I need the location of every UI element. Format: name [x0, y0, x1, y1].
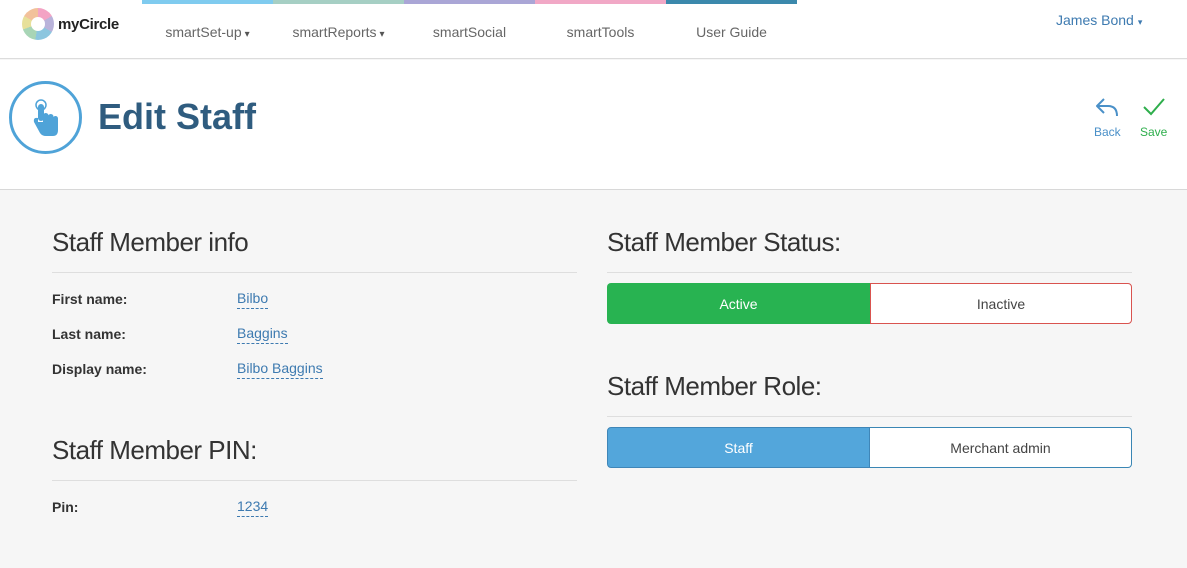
staff-info-title: Staff Member info	[52, 227, 249, 257]
nav-stripe	[666, 0, 797, 4]
nav-stripe	[273, 0, 404, 4]
chevron-down-icon: ▾	[244, 29, 250, 40]
save-label: Save	[1140, 125, 1168, 139]
role-toggle: Staff Merchant admin	[607, 427, 1132, 468]
mycircle-logo-icon	[22, 8, 54, 40]
status-toggle: Active Inactive	[607, 283, 1132, 324]
first-name-label: First name:	[52, 291, 128, 307]
back-label: Back	[1094, 125, 1121, 139]
pin-section-title: Staff Member PIN:	[52, 435, 257, 465]
divider	[607, 416, 1132, 417]
nav-item-smartreports[interactable]: smartReports ▾	[273, 0, 404, 59]
display-name-field[interactable]: Bilbo Baggins	[237, 360, 323, 379]
nav-item-label: smartSocial	[432, 24, 507, 40]
divider	[52, 480, 577, 481]
nav-item-smarttools[interactable]: smartTools	[535, 0, 666, 59]
pin-field[interactable]: 1234	[237, 498, 269, 517]
nav-item-user-guide[interactable]: User Guide	[666, 0, 797, 59]
nav-item-label: smartTools	[566, 24, 635, 40]
divider	[52, 272, 577, 273]
first-name-field[interactable]: Bilbo	[237, 290, 269, 309]
status-active-button[interactable]: Active	[607, 283, 870, 324]
page-title: Edit Staff	[98, 96, 256, 137]
last-name-field[interactable]: Baggins	[237, 325, 288, 344]
pointing-hand-icon	[9, 81, 82, 154]
nav-item-smartsocial[interactable]: smartSocial	[404, 0, 535, 59]
role-staff-button[interactable]: Staff	[607, 427, 870, 468]
nav-item-label: User Guide	[696, 24, 767, 40]
save-button[interactable]: Save	[1140, 96, 1167, 139]
page-header: Edit Staff Back Save	[0, 60, 1187, 190]
nav-item-label: smartSet-up	[165, 24, 242, 40]
chevron-down-icon: ▾	[1137, 17, 1143, 27]
user-menu[interactable]: James Bond ▾	[1056, 12, 1142, 28]
main-nav: smartSet-up ▾ smartReports ▾ smartSocial s…	[142, 0, 797, 59]
nav-stripe	[142, 0, 273, 4]
nav-item-smartsetup[interactable]: smartSet-up ▾	[142, 0, 273, 59]
pin-label: Pin:	[52, 499, 79, 515]
back-button[interactable]: Back	[1094, 96, 1121, 139]
user-name: James Bond	[1056, 12, 1134, 28]
app-logo[interactable]: myCircle	[22, 8, 119, 40]
status-inactive-button[interactable]: Inactive	[870, 283, 1132, 324]
divider	[607, 272, 1132, 273]
status-section-title: Staff Member Status:	[607, 227, 841, 257]
nav-stripe	[404, 0, 535, 4]
last-name-label: Last name:	[52, 326, 126, 342]
role-merchant-admin-button[interactable]: Merchant admin	[870, 427, 1132, 468]
logo-text: myCircle	[58, 15, 119, 33]
checkmark-icon	[1142, 98, 1165, 116]
nav-stripe	[535, 0, 666, 4]
back-arrow-icon	[1096, 98, 1119, 117]
top-navbar: myCircle smartSet-up ▾ smartReports ▾ smar…	[0, 0, 1187, 59]
chevron-down-icon: ▾	[379, 29, 385, 40]
nav-item-label: smartReports	[292, 24, 377, 40]
role-section-title: Staff Member Role:	[607, 371, 822, 401]
display-name-label: Display name:	[52, 361, 147, 377]
